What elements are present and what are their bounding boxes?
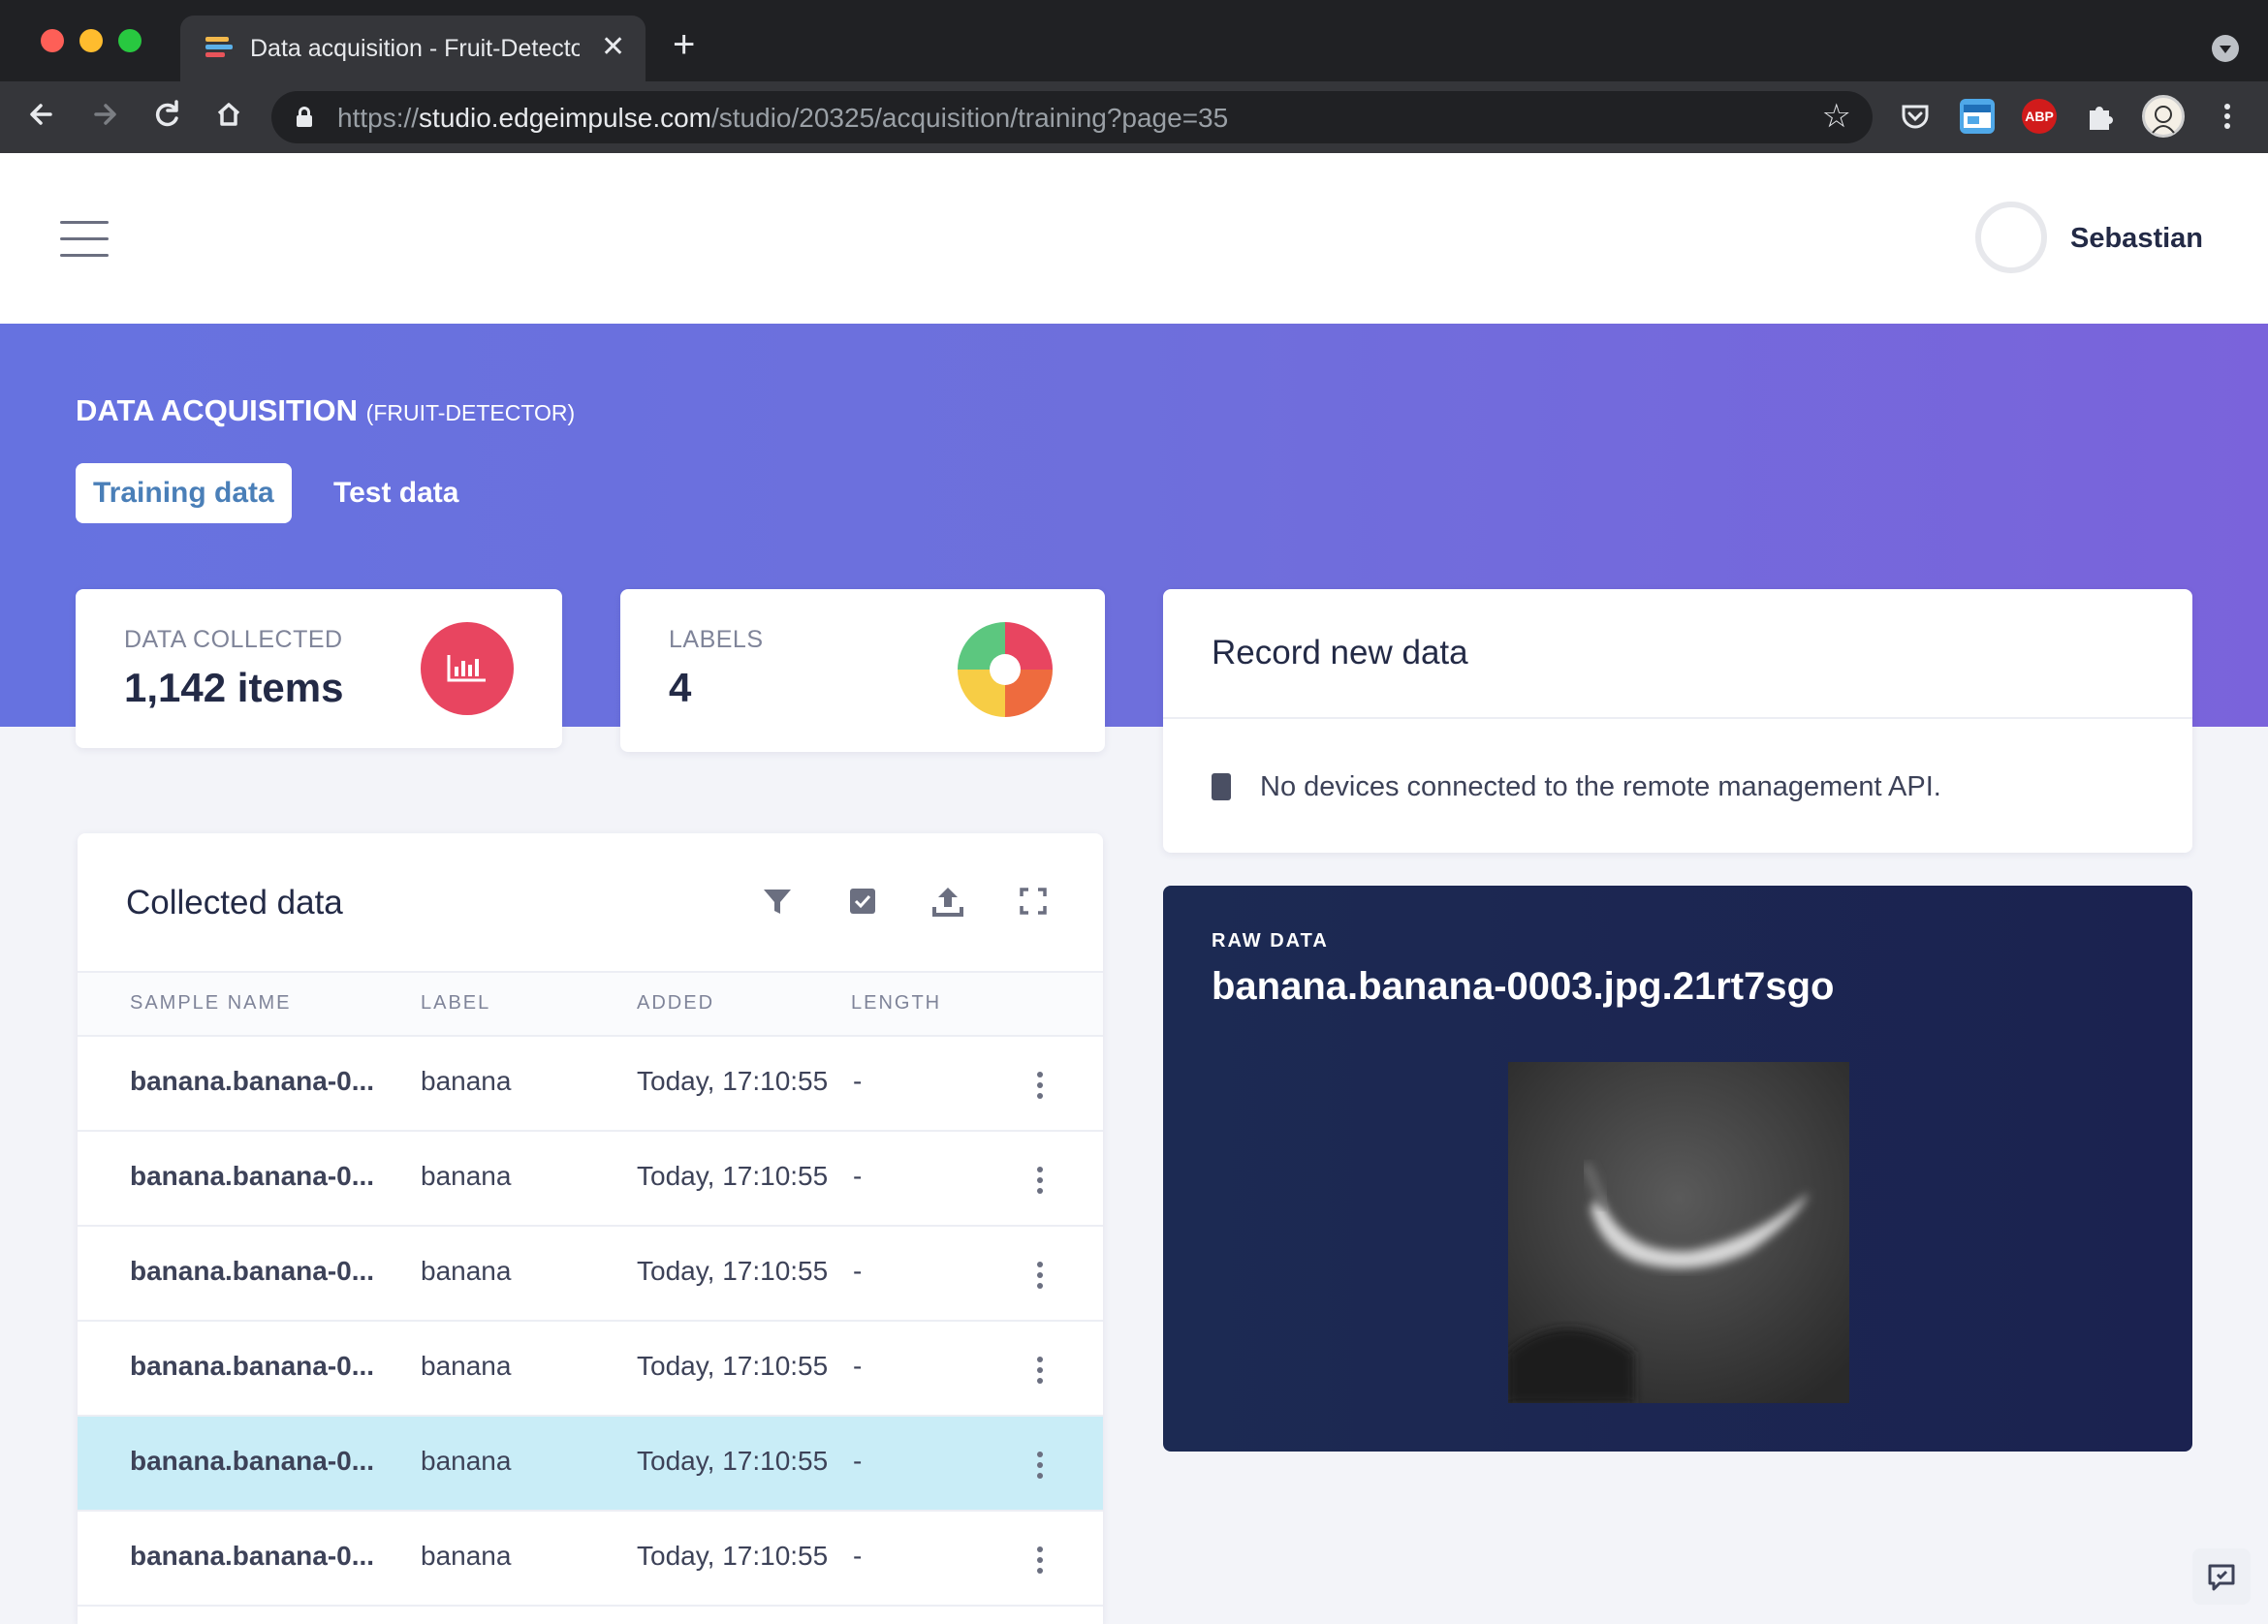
user-name[interactable]: Sebastian xyxy=(2070,223,2203,255)
sample-length: - xyxy=(853,1351,863,1381)
sample-added: Today, 17:10:55 xyxy=(637,1256,829,1286)
browser-window: Data acquisition - Fruit-Detector ✕ + ht… xyxy=(0,0,2268,1624)
browser-titlebar: Data acquisition - Fruit-Detector ✕ + xyxy=(0,0,2268,81)
sample-length: - xyxy=(853,1256,863,1286)
bar-chart-icon xyxy=(421,622,514,715)
app-header: Sebastian xyxy=(0,153,2268,324)
sample-label: banana xyxy=(421,1066,512,1096)
address-bar[interactable]: https://studio.edgeimpulse.com/studio/20… xyxy=(271,91,1873,143)
sample-name: banana.banana-0... xyxy=(130,1446,375,1476)
record-new-data-card: Record new data No devices connected to … xyxy=(1163,589,2192,853)
project-name: (FRUIT-DETECTOR) xyxy=(365,400,576,425)
raw-data-panel: RAW DATA banana.banana-0003.jpg.21rt7sgo xyxy=(1163,886,2192,1452)
data-collected-label: DATA COLLECTED xyxy=(124,626,343,653)
row-menu-icon[interactable] xyxy=(1037,1262,1043,1289)
sample-label: banana xyxy=(421,1351,512,1381)
row-menu-icon[interactable] xyxy=(1037,1167,1043,1194)
sample-name: banana.banana-0... xyxy=(130,1351,375,1381)
sample-added: Today, 17:10:55 xyxy=(637,1541,829,1571)
row-menu-icon[interactable] xyxy=(1037,1546,1043,1574)
url-text: https://studio.edgeimpulse.com/studio/20… xyxy=(337,103,1229,133)
sample-length: - xyxy=(853,1161,863,1191)
tab-title: Data acquisition - Fruit-Detector xyxy=(250,35,580,62)
sample-name: banana.banana-0... xyxy=(130,1256,375,1286)
sample-image-preview xyxy=(1508,1062,1849,1403)
column-header-sample-name[interactable]: SAMPLE NAME xyxy=(130,992,291,1015)
sample-added: Today, 17:10:55 xyxy=(637,1161,829,1191)
lock-icon xyxy=(297,107,312,127)
new-tab-button[interactable]: + xyxy=(673,25,695,64)
tab-test-data[interactable]: Test data xyxy=(316,463,476,523)
labels-value: 4 xyxy=(669,665,692,710)
raw-data-sample-name: banana.banana-0003.jpg.21rt7sgo xyxy=(1212,965,1835,1008)
table-row[interactable]: banana.banana-0... banana Today, 17:10:5… xyxy=(78,1322,1103,1417)
tab-training-data[interactable]: Training data xyxy=(76,463,292,523)
extensions-puzzle-icon[interactable] xyxy=(2082,99,2117,134)
sample-added: Today, 17:10:55 xyxy=(637,1066,829,1096)
column-header-label[interactable]: LABEL xyxy=(421,992,490,1015)
data-collected-card: DATA COLLECTED 1,142 items xyxy=(76,589,562,748)
sample-length: - xyxy=(853,1066,863,1096)
table-row[interactable]: banana.banana-0... banana Today, 17:10:5… xyxy=(78,1512,1103,1607)
device-chip-icon xyxy=(1212,773,1231,800)
bookmark-star-icon[interactable]: ☆ xyxy=(1822,97,1851,136)
upload-icon[interactable] xyxy=(930,884,965,919)
raw-data-label: RAW DATA xyxy=(1212,930,1329,952)
browser-tab[interactable]: Data acquisition - Fruit-Detector ✕ xyxy=(180,16,646,81)
sample-name: banana.banana-0... xyxy=(130,1161,375,1191)
tab-search-button[interactable] xyxy=(2212,35,2239,62)
table-row[interactable]: banana.banana-0... banana Today, 17:10:5… xyxy=(78,1037,1103,1132)
minimize-window-button[interactable] xyxy=(79,29,103,52)
screenshot-extension-icon[interactable] xyxy=(1960,99,1995,134)
table-header: SAMPLE NAME LABEL ADDED LENGTH xyxy=(78,971,1103,1037)
reload-icon[interactable] xyxy=(145,93,188,136)
sample-label: banana xyxy=(421,1256,512,1286)
collected-data-card: Collected data SAMPLE NAME LABEL ADDED L… xyxy=(78,833,1103,1624)
close-window-button[interactable] xyxy=(41,29,64,52)
sample-length: - xyxy=(853,1541,863,1571)
pie-chart-icon xyxy=(958,622,1053,717)
labels-label: LABELS xyxy=(669,626,764,653)
expand-fullscreen-icon[interactable] xyxy=(1016,884,1051,919)
pocket-extension-icon[interactable] xyxy=(1898,99,1933,134)
column-header-length[interactable]: LENGTH xyxy=(851,992,941,1015)
adblock-plus-icon[interactable]: ABP xyxy=(2022,99,2057,134)
home-icon[interactable] xyxy=(207,93,250,136)
sample-length: - xyxy=(853,1446,863,1476)
collected-data-title: Collected data xyxy=(126,884,343,921)
filter-icon[interactable] xyxy=(760,884,795,919)
sample-label: banana xyxy=(421,1161,512,1191)
feedback-chat-icon[interactable] xyxy=(2192,1548,2251,1605)
record-new-data-title: Record new data xyxy=(1212,634,1468,671)
menu-hamburger-icon[interactable] xyxy=(60,221,109,258)
no-devices-message: No devices connected to the remote manag… xyxy=(1260,771,1941,802)
row-menu-icon[interactable] xyxy=(1037,1072,1043,1099)
sample-added: Today, 17:10:55 xyxy=(637,1351,829,1381)
row-menu-icon[interactable] xyxy=(1037,1357,1043,1384)
column-header-added[interactable]: ADDED xyxy=(637,992,714,1015)
page-title: DATA ACQUISITION (FRUIT-DETECTOR) xyxy=(76,393,576,427)
select-checkbox-icon[interactable] xyxy=(845,884,880,919)
table-row[interactable]: banana.banana-0... banana Today, 17:10:5… xyxy=(78,1132,1103,1227)
sample-label: banana xyxy=(421,1446,512,1476)
divider xyxy=(1163,717,2192,719)
labels-card: LABELS 4 xyxy=(620,589,1105,752)
data-collected-value: 1,142 items xyxy=(124,665,344,710)
sample-name: banana.banana-0... xyxy=(130,1541,375,1571)
table-row[interactable]: banana.banana-0... banana Today, 17:10:5… xyxy=(78,1227,1103,1322)
browser-menu-icon[interactable] xyxy=(2210,99,2245,134)
table-row-selected[interactable]: banana.banana-0... banana Today, 17:10:5… xyxy=(78,1417,1103,1512)
row-menu-icon[interactable] xyxy=(1037,1452,1043,1479)
tab-close-icon[interactable]: ✕ xyxy=(601,31,625,64)
edge-impulse-favicon-icon xyxy=(205,37,233,60)
sample-label: banana xyxy=(421,1541,512,1571)
maximize-window-button[interactable] xyxy=(118,29,142,52)
back-arrow-icon[interactable] xyxy=(21,93,64,136)
forward-arrow-icon[interactable] xyxy=(83,93,126,136)
user-avatar[interactable] xyxy=(1975,202,2047,273)
browser-toolbar: https://studio.edgeimpulse.com/studio/20… xyxy=(0,81,2268,153)
sample-name: banana.banana-0... xyxy=(130,1066,375,1096)
profile-avatar-icon[interactable] xyxy=(2142,95,2185,138)
sample-added: Today, 17:10:55 xyxy=(637,1446,829,1476)
